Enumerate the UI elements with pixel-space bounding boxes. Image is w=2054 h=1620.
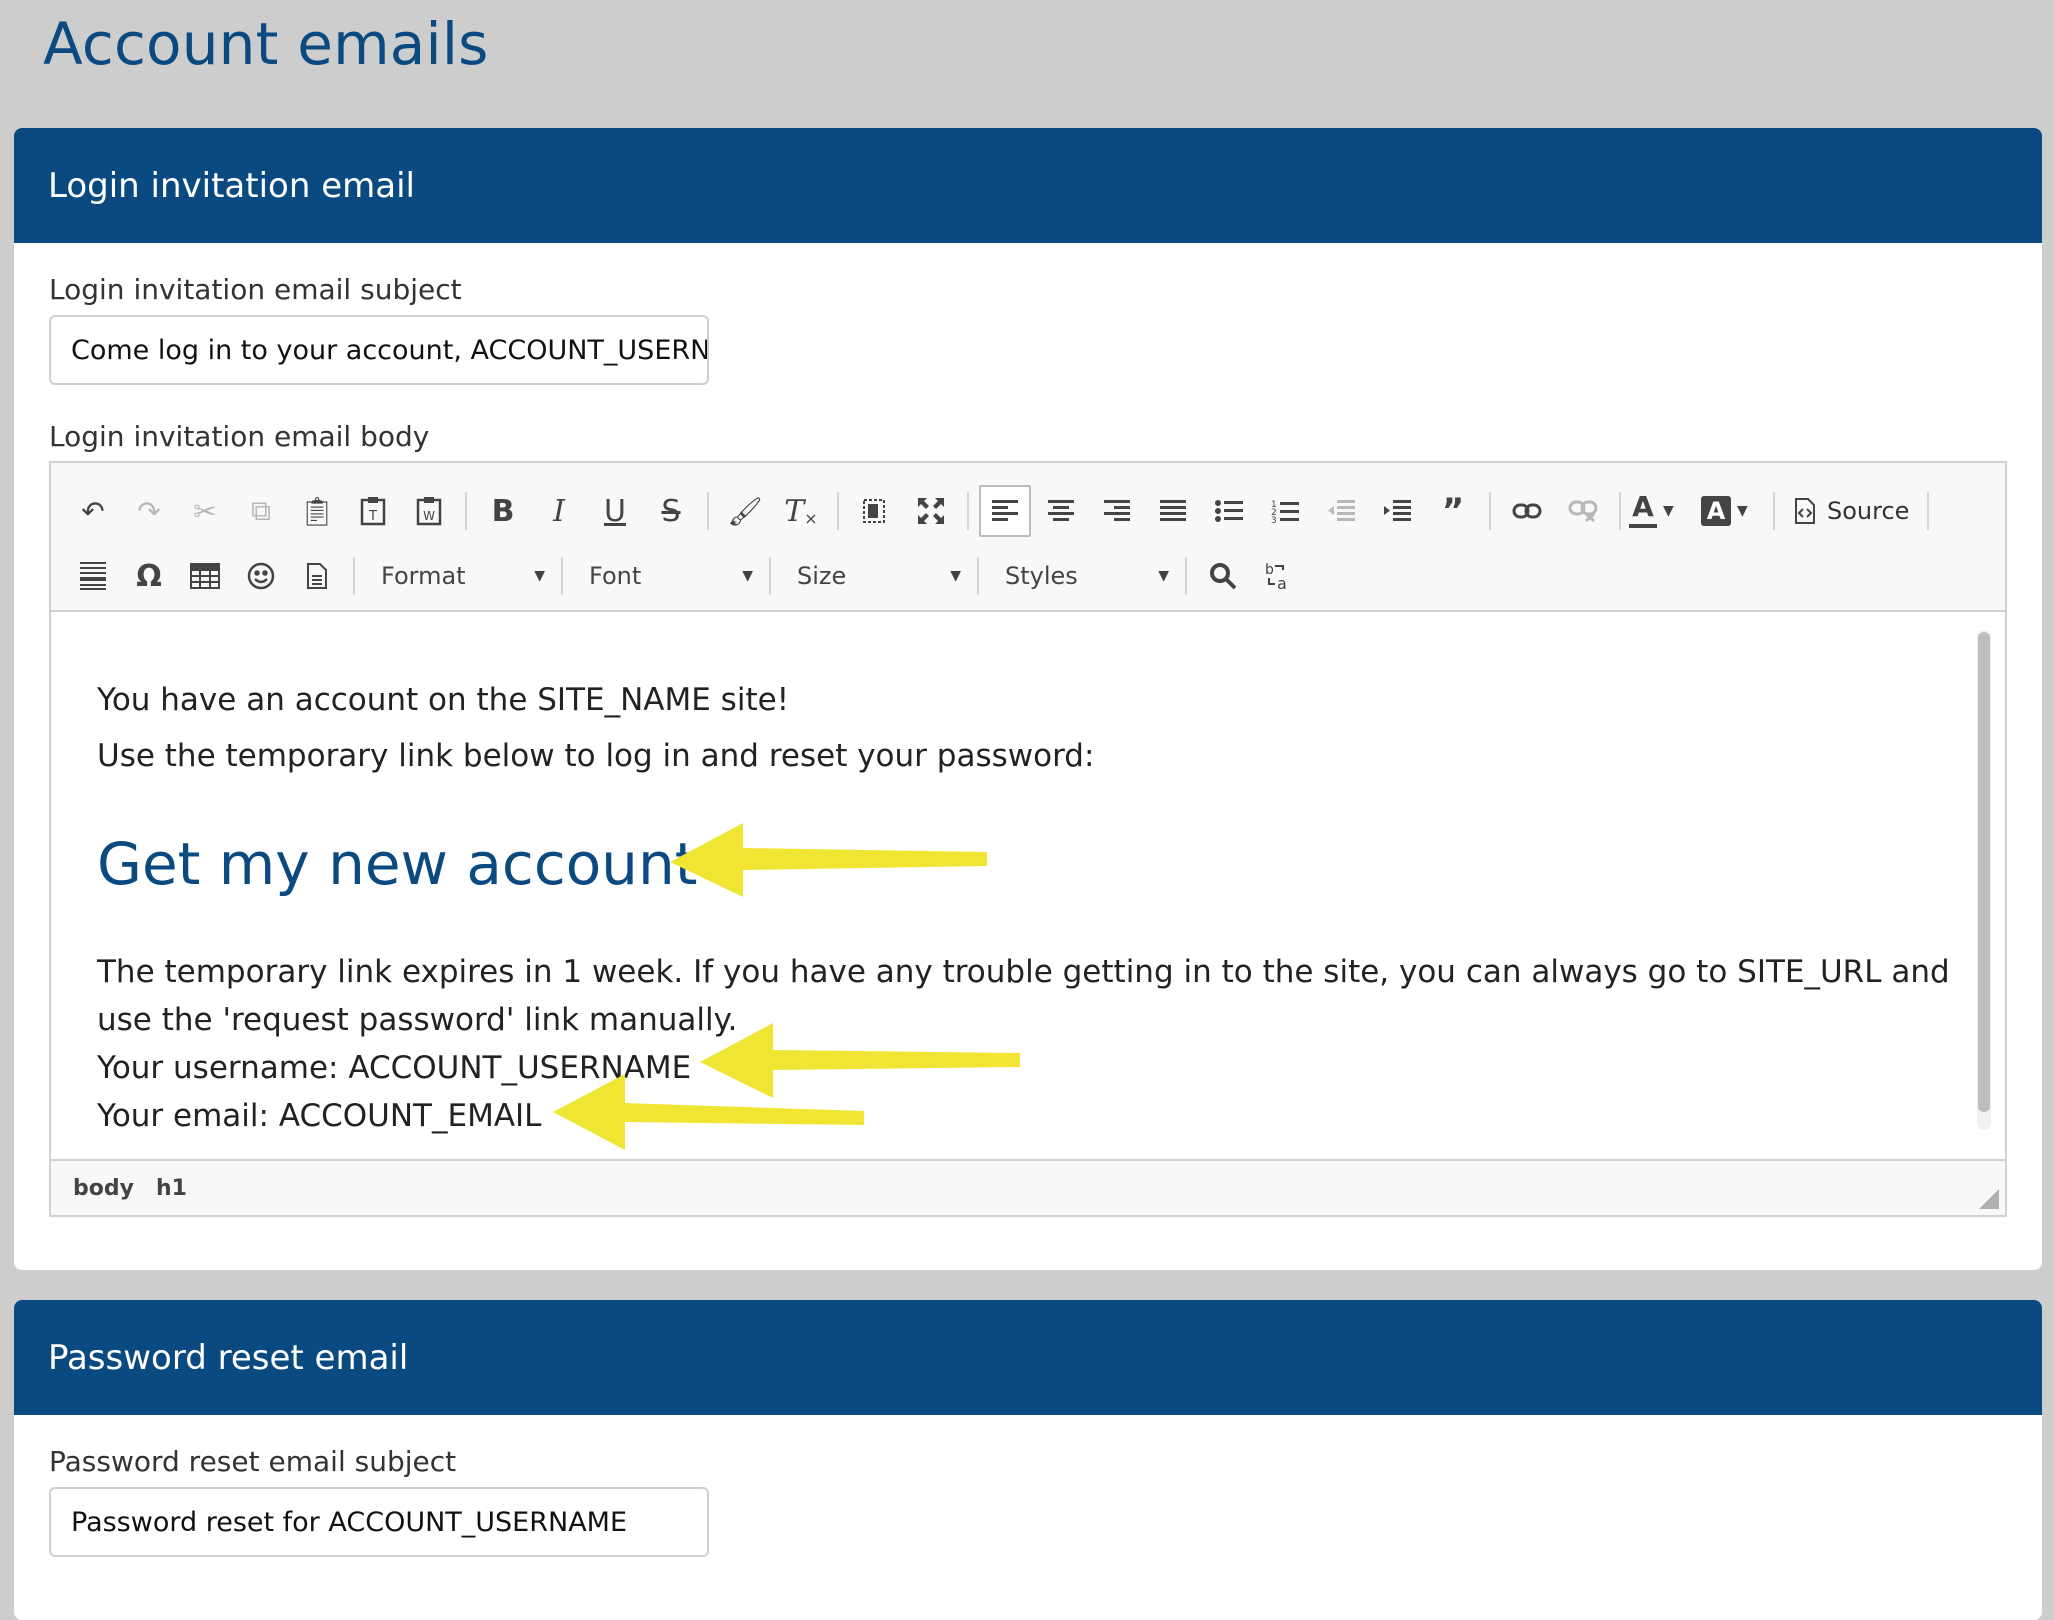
chevron-down-icon: ▼ (742, 568, 753, 584)
align-left-icon[interactable] (979, 485, 1031, 537)
chevron-down-icon: ▼ (1158, 568, 1169, 584)
panel-header: Login invitation email (14, 128, 2042, 243)
path-item-body[interactable]: body (73, 1176, 134, 1201)
emoji-icon[interactable] (235, 550, 287, 602)
font-dropdown[interactable]: Font ▼ (571, 550, 761, 602)
undo-icon[interactable]: ↶ (67, 485, 119, 537)
editor-scrollbar[interactable] (1977, 630, 1991, 1130)
login-invitation-panel: Login invitation email Login invitation … (14, 128, 2042, 1270)
size-dropdown[interactable]: Size ▼ (779, 550, 969, 602)
align-right-icon[interactable] (1091, 485, 1143, 537)
remove-format-icon[interactable]: T × (775, 485, 827, 537)
content-line: Your username: ACCOUNT_USERNAME (97, 1050, 692, 1086)
resize-handle-icon[interactable] (1979, 1189, 1999, 1209)
copy-formatting-icon[interactable]: 🖌︎ (719, 485, 771, 537)
text-color-icon[interactable]: A ▼ (1629, 493, 1693, 528)
increase-indent-icon[interactable] (1371, 485, 1423, 537)
paste-text-icon[interactable]: T (347, 485, 399, 537)
editor-toolbar: ↶ ↷ ✂ ⧉ 📋︎ T W B I U S 🖌︎ T × 1 2 3 ” A … (51, 463, 2005, 612)
link-heading[interactable]: Get my new account (97, 830, 697, 898)
password-reset-panel: Password reset email Password reset emai… (14, 1300, 2042, 1620)
redo-icon[interactable]: ↷ (123, 485, 175, 537)
blockquote-icon[interactable]: ” (1427, 485, 1479, 537)
subject-input[interactable]: Come log in to your account, ACCOUNT_USE… (49, 315, 709, 385)
link-icon[interactable] (1501, 485, 1553, 537)
path-item-h1[interactable]: h1 (156, 1176, 187, 1201)
find-replace-icon[interactable]: ba (1253, 550, 1305, 602)
element-path-bar: body h1 (51, 1159, 2005, 1215)
numbered-list-icon[interactable]: 123 (1259, 485, 1311, 537)
copy-icon[interactable]: ⧉ (235, 485, 287, 537)
reset-subject-input[interactable]: Password reset for ACCOUNT_USERNAME (49, 1487, 709, 1557)
paste-word-icon[interactable]: W (403, 485, 455, 537)
decrease-indent-icon[interactable] (1315, 485, 1367, 537)
table-icon[interactable] (179, 550, 231, 602)
search-icon[interactable] (1197, 550, 1249, 602)
content-paragraph: The temporary link expires in 1 week. If… (97, 954, 1950, 1038)
italic-icon[interactable]: I (533, 485, 585, 537)
svg-text:T: T (368, 509, 377, 524)
background-color-icon[interactable]: A ▼ (1701, 496, 1765, 526)
content-line: You have an account on the SITE_NAME sit… (97, 682, 790, 718)
horizontal-line-icon[interactable] (67, 550, 119, 602)
svg-text:a: a (1277, 574, 1287, 592)
show-blocks-icon[interactable] (849, 485, 901, 537)
content-line: Use the temporary link below to log in a… (97, 738, 1095, 774)
source-icon (1795, 498, 1815, 524)
page-title: Account emails (43, 10, 489, 78)
cut-icon[interactable]: ✂ (179, 485, 231, 537)
chevron-down-icon: ▼ (950, 568, 961, 584)
panel-header: Password reset email (14, 1300, 2042, 1415)
scrollbar-thumb[interactable] (1978, 632, 1990, 1112)
svg-text:b: b (1265, 562, 1274, 578)
rich-text-editor: ↶ ↷ ✂ ⧉ 📋︎ T W B I U S 🖌︎ T × 1 2 3 ” A … (49, 461, 2007, 1217)
content-line: Your email: ACCOUNT_EMAIL (97, 1098, 542, 1134)
subject-label: Login invitation email subject (49, 273, 462, 306)
styles-dropdown[interactable]: Styles ▼ (987, 550, 1177, 602)
body-label: Login invitation email body (49, 420, 430, 453)
bold-icon[interactable]: B (477, 485, 529, 537)
unlink-icon[interactable] (1557, 485, 1609, 537)
bulleted-list-icon[interactable] (1203, 485, 1255, 537)
paste-icon[interactable]: 📋︎ (291, 485, 343, 537)
align-center-icon[interactable] (1035, 485, 1087, 537)
svg-text:W: W (423, 509, 435, 523)
page-break-icon[interactable] (291, 550, 343, 602)
svg-text:3: 3 (1271, 516, 1277, 523)
strikethrough-icon[interactable]: S (645, 485, 697, 537)
format-dropdown[interactable]: Format ▼ (363, 550, 553, 602)
maximize-icon[interactable] (905, 485, 957, 537)
special-character-icon[interactable]: Ω (123, 550, 175, 602)
source-button[interactable]: Source (1783, 485, 1919, 537)
chevron-down-icon: ▼ (534, 568, 545, 584)
reset-subject-label: Password reset email subject (49, 1445, 457, 1478)
editor-content[interactable]: You have an account on the SITE_NAME sit… (51, 612, 2005, 1163)
underline-icon[interactable]: U (589, 485, 641, 537)
justify-icon[interactable] (1147, 485, 1199, 537)
